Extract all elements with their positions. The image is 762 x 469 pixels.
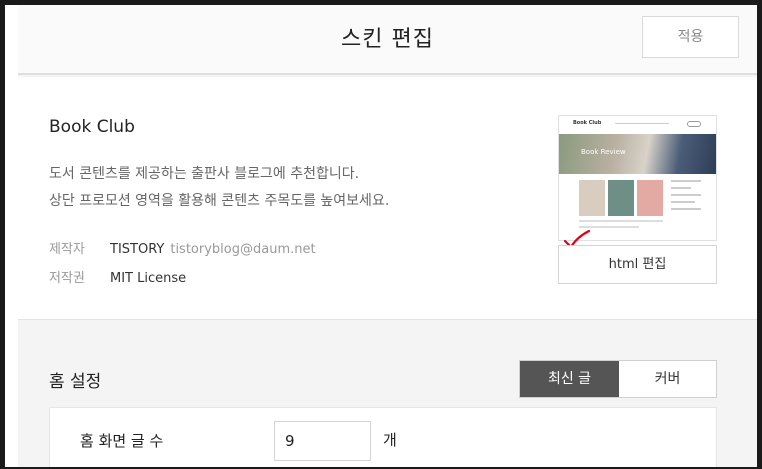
- home-mode-toggle: 최신 글 커버: [519, 360, 717, 398]
- skin-description: 도서 콘텐츠를 제공하는 출판사 블로그에 추천합니다. 상단 프로모션 영역을…: [49, 161, 389, 215]
- thumbnail-banner: Book Review: [559, 134, 716, 174]
- thumbnail-search-icon: [687, 121, 701, 127]
- author-name: TISTORY: [110, 242, 165, 257]
- license-value: MIT License: [110, 271, 187, 286]
- thumbnail-caption: [579, 226, 639, 228]
- html-edit-button[interactable]: html 편집: [558, 245, 717, 284]
- thumbnail-topbar: Book Club: [559, 116, 716, 134]
- tab-cover[interactable]: 커버: [619, 361, 716, 397]
- skin-description-line: 도서 콘텐츠를 제공하는 출판사 블로그에 추천합니다.: [49, 166, 360, 182]
- post-count-label: 홈 화면 글 수: [80, 432, 164, 450]
- thumbnail-book-card: [579, 180, 605, 216]
- author-email: tistoryblog@daum.net: [170, 242, 316, 257]
- skin-editor-panel: 스킨 편집 적용 Book Club 도서 콘텐츠를 제공하는 출판사 블로그에…: [18, 5, 757, 467]
- apply-button[interactable]: 적용: [642, 16, 739, 58]
- thumbnail-sidebar: [671, 180, 701, 215]
- post-count-unit: 개: [383, 431, 397, 449]
- thumbnail-book-card: [608, 180, 634, 216]
- home-settings-title: 홈 설정: [49, 372, 102, 392]
- post-count-input[interactable]: 9: [274, 421, 371, 461]
- thumbnail-book-card: [637, 180, 663, 216]
- thumbnail-nav: [615, 123, 669, 124]
- skin-description-line: 상단 프로모션 영역을 활용해 콘텐츠 주목도를 높여보세요.: [49, 193, 390, 209]
- license-row: 저작권 MIT License: [49, 267, 192, 286]
- home-settings-section: 홈 설정 최신 글 커버 홈 화면 글 수 9 개: [18, 321, 757, 467]
- author-row: 제작자 TISTORY tistoryblog@daum.net: [49, 238, 316, 257]
- skin-info-section: Book Club 도서 콘텐츠를 제공하는 출판사 블로그에 추천합니다. 상…: [18, 77, 757, 320]
- tab-latest-posts[interactable]: 최신 글: [520, 361, 619, 397]
- skin-name: Book Club: [49, 117, 135, 137]
- app-window: 스킨 편집 적용 Book Club 도서 콘텐츠를 제공하는 출판사 블로그에…: [5, 5, 757, 467]
- header-bar: 스킨 편집 적용: [18, 5, 757, 75]
- thumbnail-caption: [579, 220, 663, 222]
- thumbnail-banner-text: Book Review: [581, 148, 626, 156]
- license-label: 저작권: [49, 271, 85, 286]
- author-label: 제작자: [49, 242, 85, 257]
- post-count-panel: 홈 화면 글 수 9 개: [49, 407, 717, 467]
- skin-thumbnail: Book Club Book Review: [558, 115, 717, 241]
- thumbnail-site-title: Book Club: [573, 120, 602, 126]
